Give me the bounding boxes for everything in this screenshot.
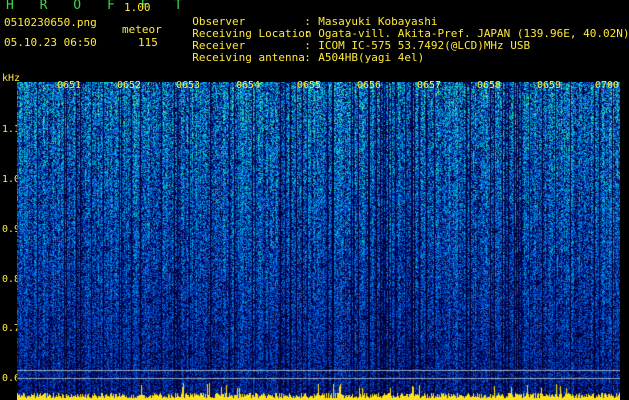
info-row-location: Receiving Location: Ogata-vill. Akita-Pre… [179,16,629,40]
time-label: 0654 [236,80,261,91]
info-row-antenna: Receiving antenna: A504HB(yagi 4el) [179,40,424,64]
info-colon: : [304,51,311,64]
info-key: Receiving antenna [192,51,305,64]
time-label: 0656 [357,80,382,91]
meteor-count: 115 [138,36,158,49]
time-label: 0655 [297,80,322,91]
time-label: 0653 [176,80,201,91]
info-value: A504HB(yagi 4el) [318,51,425,64]
time-label: 0658 [477,80,502,91]
app-title: H R O F F T [6,0,192,13]
info-row-receiver: Receiver: ICOM IC-575 53.7492(@LCD)MHz US… [179,28,530,52]
file-name: 0510230650.png [4,16,97,29]
info-row-observer: Observer: Masayuki Kobayashi [179,4,437,28]
app-version: 1.00 [124,1,151,14]
mode-label: meteor [122,23,162,36]
time-label: 0700 [595,80,620,91]
time-label: 0657 [417,80,442,91]
time-label: 0651 [57,80,82,91]
date-time: 05.10.23 06:50 [4,36,97,49]
spectrogram-canvas [17,82,620,400]
time-label: 0659 [537,80,562,91]
time-label: 0652 [117,80,142,91]
